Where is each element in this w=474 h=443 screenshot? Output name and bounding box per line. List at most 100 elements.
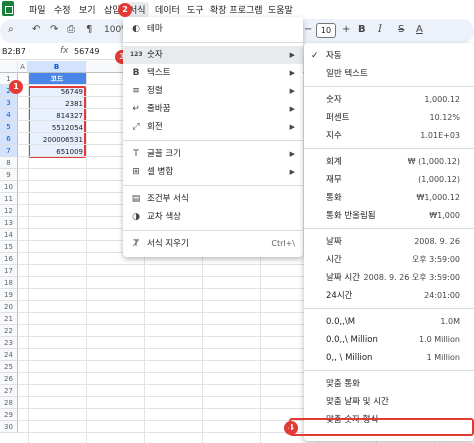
submenu-arrow-icon: ▶ xyxy=(289,123,295,131)
undo-icon[interactable]: ↶ xyxy=(32,24,40,35)
format-menu-font-size[interactable]: T 글꼴 크기 ▶ xyxy=(123,145,303,163)
row-header-11[interactable]: 11 xyxy=(0,193,18,205)
row-header-4[interactable]: 4 xyxy=(0,109,18,121)
row-header-21[interactable]: 21 xyxy=(0,313,18,325)
italic-icon[interactable]: I xyxy=(378,24,382,35)
format-example: 1.0 Million xyxy=(418,335,460,344)
row-header-19[interactable]: 19 xyxy=(0,289,18,301)
number-format-millions-word[interactable]: 0.0,,\ Million 1.0 Million xyxy=(304,331,474,349)
row-header-8[interactable]: 8 xyxy=(0,157,18,169)
number-format-millions-m[interactable]: 0.0,,\M 1.0M xyxy=(304,313,474,331)
number-format-financial[interactable]: 재무 (1,000.12) xyxy=(304,171,474,189)
format-menu-clear[interactable]: Ⱦ 서식 지우기 Ctrl+\ xyxy=(123,235,303,253)
row-header-26[interactable]: 26 xyxy=(0,373,18,385)
font-size-input[interactable]: 10 xyxy=(316,23,336,38)
row-header-25[interactable]: 25 xyxy=(0,361,18,373)
redo-icon[interactable]: ↷ xyxy=(50,24,58,35)
format-menu-text[interactable]: B 텍스트 ▶ xyxy=(123,64,303,82)
format-menu-conditional[interactable]: ▤ 조건부 서식 xyxy=(123,190,303,208)
number-format-time[interactable]: 시간 오후 3:59:00 xyxy=(304,251,474,269)
row-header-22[interactable]: 22 xyxy=(0,325,18,337)
row-header-12[interactable]: 12 xyxy=(0,205,18,217)
strikethrough-icon[interactable]: S xyxy=(398,24,404,35)
formula-input[interactable]: 56749 xyxy=(74,47,99,56)
format-menu-wrap[interactable]: ↵ 줄바꿈 ▶ xyxy=(123,100,303,118)
row-header-7[interactable]: 7 xyxy=(0,145,18,157)
format-menu-align[interactable]: ≡ 정렬 ▶ xyxy=(123,82,303,100)
format-menu-alternating[interactable]: ◑ 교차 색상 xyxy=(123,208,303,226)
row-header-24[interactable]: 24 xyxy=(0,349,18,361)
number-format-date-time[interactable]: 날짜 시간 2008. 9. 26 오후 3:59:00 xyxy=(304,269,474,287)
format-label: 맞춤 날짜 및 시간 xyxy=(326,397,389,407)
format-example: 10.12% xyxy=(429,113,460,122)
name-box[interactable]: B2:B7 xyxy=(2,47,26,56)
menu-file[interactable]: 파일 xyxy=(29,3,46,16)
number-format-duration-24h[interactable]: 24시간 24:01:00 xyxy=(304,287,474,305)
menu-extensions[interactable]: 확장 프로그램 xyxy=(210,3,263,16)
row-header-28[interactable]: 28 xyxy=(0,397,18,409)
menu-view[interactable]: 보기 xyxy=(79,3,96,16)
search-icon[interactable]: ⌕ xyxy=(8,24,14,35)
step-badge-1: 1 xyxy=(9,80,23,94)
minus-icon[interactable]: − xyxy=(304,24,312,35)
row-header-23[interactable]: 23 xyxy=(0,337,18,349)
row-header-10[interactable]: 10 xyxy=(0,181,18,193)
format-menu-merge[interactable]: ⊞ 셀 병합 ▶ xyxy=(123,163,303,181)
print-icon[interactable]: ⎙ xyxy=(67,24,75,35)
plus-icon[interactable]: + xyxy=(342,24,350,35)
number-format-custom-date-time[interactable]: 맞춤 날짜 및 시간 xyxy=(304,393,474,411)
number-format-currency-rounded[interactable]: 통화 반올림됨 ₩1,000 xyxy=(304,207,474,225)
number-format-currency[interactable]: 통화 ₩1,000.12 xyxy=(304,189,474,207)
row-header-18[interactable]: 18 xyxy=(0,277,18,289)
row-header-9[interactable]: 9 xyxy=(0,169,18,181)
number-format-custom-currency[interactable]: 맞춤 통화 xyxy=(304,375,474,393)
format-label: 지수 xyxy=(326,131,342,141)
format-menu-rotate[interactable]: ⤢ 회전 ▶ xyxy=(123,118,303,136)
menu-help[interactable]: 도움말 xyxy=(268,3,293,16)
format-menu-number[interactable]: 123 숫자 ▶ xyxy=(123,46,303,64)
number-format-scientific[interactable]: 지수 1.01E+03 xyxy=(304,127,474,145)
row-header-5[interactable]: 5 xyxy=(0,121,18,133)
format-label: 맞춤 통화 xyxy=(326,379,360,389)
menu-tools[interactable]: 도구 xyxy=(187,3,204,16)
number-format-percent[interactable]: 퍼센트 10.12% xyxy=(304,109,474,127)
menu-divider xyxy=(304,86,474,87)
format-example: ₩1,000.12 xyxy=(416,193,460,202)
text-color-icon[interactable]: A xyxy=(416,24,423,35)
gridline xyxy=(86,73,87,443)
row-header-30[interactable]: 30 xyxy=(0,421,18,433)
menu-data[interactable]: 데이터 xyxy=(155,3,180,16)
row-header-6[interactable]: 6 xyxy=(0,133,18,145)
number-format-millions-int[interactable]: 0,, \ Million 1 Million xyxy=(304,349,474,367)
menu-edit[interactable]: 수정 xyxy=(54,3,71,16)
fx-icon: fx xyxy=(60,46,69,56)
row-header-20[interactable]: 20 xyxy=(0,301,18,313)
row-header-27[interactable]: 27 xyxy=(0,385,18,397)
row-header-17[interactable]: 17 xyxy=(0,265,18,277)
format-label: 자동 xyxy=(326,51,342,61)
format-label: 일반 텍스트 xyxy=(326,69,368,79)
format-example: 1.01E+03 xyxy=(420,131,460,140)
number-format-plain-text[interactable]: 일반 텍스트 xyxy=(304,65,474,83)
format-example: ₩ (1,000.12) xyxy=(407,157,460,166)
number-format-date[interactable]: 날짜 2008. 9. 26 xyxy=(304,233,474,251)
clear-format-icon: Ⱦ xyxy=(133,239,139,249)
select-all-corner[interactable] xyxy=(0,61,18,73)
row-header-14[interactable]: 14 xyxy=(0,229,18,241)
row-header-15[interactable]: 15 xyxy=(0,241,18,253)
column-header-b[interactable]: B xyxy=(28,61,86,73)
number-format-number[interactable]: 숫자 1,000.12 xyxy=(304,91,474,109)
number-format-accounting[interactable]: 회계 ₩ (1,000.12) xyxy=(304,153,474,171)
row-header-29[interactable]: 29 xyxy=(0,409,18,421)
format-menu-theme[interactable]: ◐ 테마 xyxy=(123,20,303,38)
column-header-a[interactable]: A xyxy=(18,61,28,73)
paint-format-icon[interactable]: ¶ xyxy=(86,24,92,35)
row-header-16[interactable]: 16 xyxy=(0,253,18,265)
format-label: 시간 xyxy=(326,255,342,265)
sheets-logo-icon[interactable] xyxy=(2,1,14,16)
row-header-13[interactable]: 13 xyxy=(0,217,18,229)
row-header-3[interactable]: 3 xyxy=(0,97,18,109)
number-format-automatic[interactable]: ✓ 자동 xyxy=(304,47,474,65)
format-example: 1.0M xyxy=(440,317,460,326)
bold-icon[interactable]: B xyxy=(358,24,366,35)
